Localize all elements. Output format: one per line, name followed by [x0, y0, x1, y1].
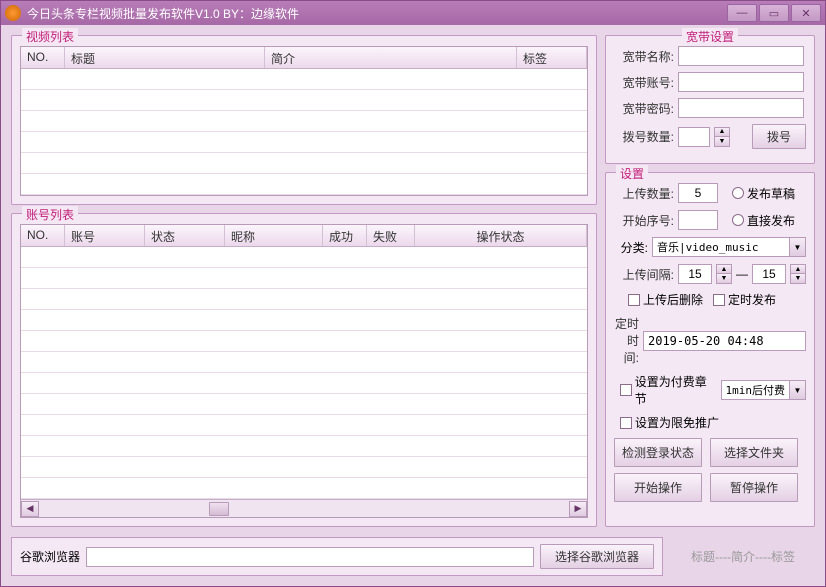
bb-pwd-input[interactable]: [678, 98, 804, 118]
schedule-time-label: 定时时间:: [614, 315, 639, 366]
direct-radio[interactable]: 直接发布: [732, 212, 795, 229]
start-button[interactable]: 开始操作: [614, 473, 702, 502]
broadband-group: 宽带设置 宽带名称: 宽带账号: 宽带密码: 拨号数量:: [605, 35, 815, 164]
paid-after-select[interactable]: 1min后付费 ▼: [721, 380, 807, 400]
col-opstatus[interactable]: 操作状态: [415, 225, 587, 246]
window-controls: — ▭ ✕: [727, 4, 821, 22]
format-hint: 标题----简介----标签: [671, 548, 815, 565]
col-success[interactable]: 成功: [323, 225, 367, 246]
close-button[interactable]: ✕: [791, 4, 821, 22]
category-select[interactable]: 音乐|video_music ▼: [652, 237, 806, 257]
upload-count-label: 上传数量:: [614, 185, 674, 202]
paid-chapter-checkbox[interactable]: 设置为付费章节: [620, 373, 717, 407]
scroll-left-icon[interactable]: ◀: [21, 501, 39, 517]
minimize-button[interactable]: —: [727, 4, 757, 22]
account-list-title: 账号列表: [22, 206, 78, 223]
schedule-time-input[interactable]: [643, 331, 806, 351]
video-table-body[interactable]: [21, 69, 587, 195]
titlebar[interactable]: 今日头条专栏视频批量发布软件V1.0 BY：边缘软件 — ▭ ✕: [1, 1, 825, 25]
col-title[interactable]: 标题: [65, 47, 265, 68]
account-table-body[interactable]: [21, 247, 587, 499]
interval-to-spinner[interactable]: ▲▼: [790, 264, 806, 284]
scroll-right-icon[interactable]: ▶: [569, 501, 587, 517]
interval-to-input[interactable]: [752, 264, 786, 284]
chevron-down-icon[interactable]: ▼: [789, 381, 805, 399]
video-list-title: 视频列表: [22, 28, 78, 45]
video-table-header: NO. 标题 简介 标签: [21, 47, 587, 69]
bb-acct-input[interactable]: [678, 72, 804, 92]
horizontal-scrollbar[interactable]: ◀ ▶: [21, 499, 587, 517]
spin-up-icon[interactable]: ▲: [791, 265, 805, 274]
spin-up-icon[interactable]: ▲: [715, 128, 729, 137]
pause-button[interactable]: 暂停操作: [710, 473, 798, 502]
col-no[interactable]: NO.: [21, 47, 65, 68]
bb-name-label: 宽带名称:: [614, 48, 674, 65]
settings-title: 设置: [616, 165, 648, 182]
app-window: 今日头条专栏视频批量发布软件V1.0 BY：边缘软件 — ▭ ✕ 视频列表 NO…: [0, 0, 826, 587]
maximize-button[interactable]: ▭: [759, 4, 789, 22]
chevron-down-icon[interactable]: ▼: [789, 238, 805, 256]
delete-after-checkbox[interactable]: 上传后删除: [628, 291, 703, 308]
window-title: 今日头条专栏视频批量发布软件V1.0 BY：边缘软件: [27, 5, 727, 22]
bb-dialcount-spinner[interactable]: ▲▼: [714, 127, 730, 147]
bb-acct-label: 宽带账号:: [614, 74, 674, 91]
col-fail[interactable]: 失败: [367, 225, 415, 246]
start-seq-input[interactable]: [678, 210, 718, 230]
schedule-publish-checkbox[interactable]: 定时发布: [713, 291, 776, 308]
col-intro[interactable]: 简介: [265, 47, 517, 68]
dial-button[interactable]: 拨号: [752, 124, 806, 149]
start-seq-label: 开始序号:: [614, 212, 674, 229]
category-label: 分类:: [614, 239, 648, 256]
account-list-group: 账号列表 NO. 账号 状态 昵称 成功 失败 操作状态: [11, 213, 597, 527]
interval-label: 上传间隔:: [614, 266, 674, 283]
browser-path-input[interactable]: [86, 547, 534, 567]
interval-sep: —: [736, 267, 748, 281]
spin-down-icon[interactable]: ▼: [717, 274, 731, 283]
spin-down-icon[interactable]: ▼: [791, 274, 805, 283]
browser-label: 谷歌浏览器: [20, 548, 80, 565]
col-no[interactable]: NO.: [21, 225, 65, 246]
bb-name-input[interactable]: [678, 46, 804, 66]
app-icon: [5, 5, 21, 21]
select-folder-button[interactable]: 选择文件夹: [710, 438, 798, 467]
col-nickname[interactable]: 昵称: [225, 225, 323, 246]
scroll-thumb[interactable]: [209, 502, 229, 516]
account-table[interactable]: NO. 账号 状态 昵称 成功 失败 操作状态: [20, 224, 588, 518]
interval-from-spinner[interactable]: ▲▼: [716, 264, 732, 284]
spin-down-icon[interactable]: ▼: [715, 137, 729, 146]
bb-dialcount-label: 拨号数量:: [614, 128, 674, 145]
col-account[interactable]: 账号: [65, 225, 145, 246]
free-promo-checkbox[interactable]: 设置为限免推广: [620, 414, 719, 431]
bb-dialcount-input[interactable]: [678, 127, 710, 147]
broadband-title: 宽带设置: [682, 28, 738, 45]
video-table[interactable]: NO. 标题 简介 标签: [20, 46, 588, 196]
content-area: 视频列表 NO. 标题 简介 标签: [1, 25, 825, 586]
spin-up-icon[interactable]: ▲: [717, 265, 731, 274]
bb-pwd-label: 宽带密码:: [614, 100, 674, 117]
col-tag[interactable]: 标签: [517, 47, 587, 68]
account-table-header: NO. 账号 状态 昵称 成功 失败 操作状态: [21, 225, 587, 247]
scroll-track[interactable]: [39, 501, 569, 517]
settings-group: 设置 上传数量: 发布草稿 开始序号: 直接发布 分类:: [605, 172, 815, 527]
interval-from-input[interactable]: [678, 264, 712, 284]
video-list-group: 视频列表 NO. 标题 简介 标签: [11, 35, 597, 205]
check-login-button[interactable]: 检测登录状态: [614, 438, 702, 467]
col-status[interactable]: 状态: [145, 225, 225, 246]
bottom-bar: 谷歌浏览器 选择谷歌浏览器 标题----简介----标签: [11, 533, 815, 576]
select-browser-button[interactable]: 选择谷歌浏览器: [540, 544, 654, 569]
draft-radio[interactable]: 发布草稿: [732, 185, 795, 202]
upload-count-input[interactable]: [678, 183, 718, 203]
